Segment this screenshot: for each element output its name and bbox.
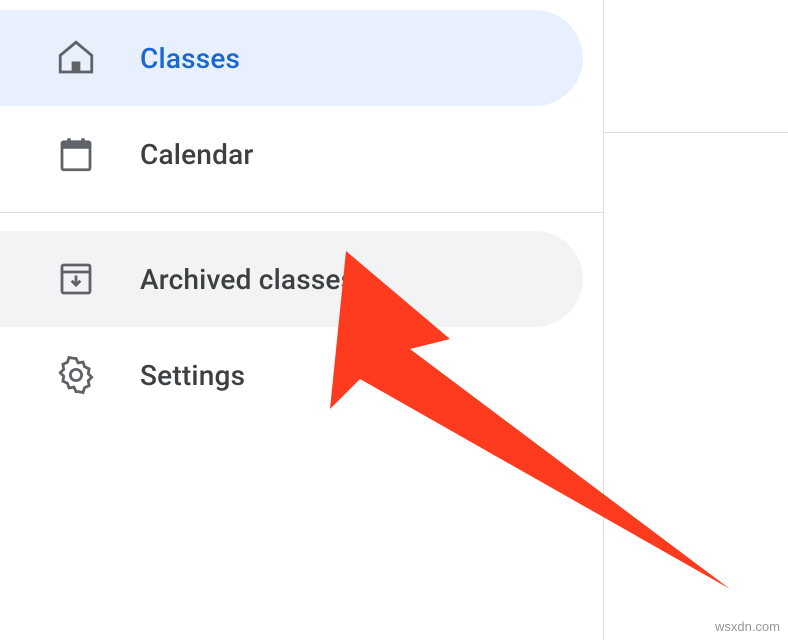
- sidebar: Classes Calendar: [0, 0, 604, 640]
- sidebar-item-calendar[interactable]: Calendar: [0, 106, 583, 202]
- archive-icon: [52, 255, 100, 303]
- sidebar-item-label: Calendar: [140, 138, 253, 171]
- sidebar-item-label: Settings: [140, 359, 245, 392]
- nav-section-top: Classes Calendar: [0, 0, 603, 212]
- sidebar-item-label: Classes: [140, 42, 240, 75]
- sidebar-item-label: Archived classes: [140, 263, 355, 296]
- content-divider: [604, 132, 788, 133]
- sidebar-item-settings[interactable]: Settings: [0, 327, 583, 423]
- sidebar-item-classes[interactable]: Classes: [0, 10, 583, 106]
- gear-icon: [52, 351, 100, 399]
- nav-section-bottom: Archived classes Settings: [0, 213, 603, 423]
- home-icon: [52, 34, 100, 82]
- content-area: [604, 0, 788, 640]
- calendar-icon: [52, 130, 100, 178]
- sidebar-item-archived-classes[interactable]: Archived classes: [0, 231, 583, 327]
- watermark: wsxdn.com: [715, 619, 780, 634]
